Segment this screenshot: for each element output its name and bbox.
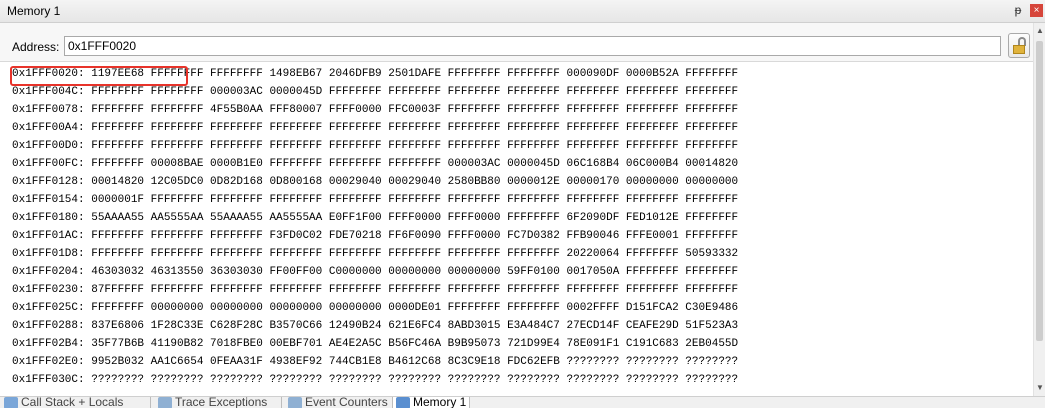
event-counters-icon — [288, 397, 302, 408]
call-stack-icon — [4, 397, 18, 408]
memory-row[interactable]: 0x1FFF01D8: FFFFFFFF FFFFFFFF FFFFFFFF F… — [12, 245, 738, 263]
memory-row[interactable]: 0x1FFF0288: 837E6806 1F28C33E C628F28C B… — [12, 317, 738, 335]
scroll-up-icon[interactable]: ▲ — [1035, 26, 1045, 36]
memory-row[interactable]: 0x1FFF0154: 0000001F FFFFFFFF FFFFFFFF F… — [12, 191, 738, 209]
memory-row[interactable]: 0x1FFF02E0: 9952B032 AA1C6654 0FEAA31F 4… — [12, 353, 738, 371]
tab-separator — [281, 397, 282, 408]
vertical-scrollbar[interactable]: ▲ ▼ — [1033, 23, 1045, 396]
tab-label: Memory 1 — [413, 396, 467, 408]
memory-row[interactable]: 0x1FFF0230: 87FFFFFF FFFFFFFF FFFFFFFF F… — [12, 281, 738, 299]
close-icon[interactable]: × — [1030, 4, 1043, 17]
tab-separator — [150, 397, 151, 408]
pin-icon[interactable]: ᵽ — [1011, 3, 1025, 17]
tab-event-counters[interactable]: Event Counters — [288, 396, 388, 408]
memory-row[interactable]: 0x1FFF0128: 00014820 12C05DC0 0D82D168 0… — [12, 173, 738, 191]
tab-strip: Call Stack + Locals Trace Exceptions Eve… — [0, 396, 1045, 408]
memory-icon — [396, 397, 410, 408]
memory-dump[interactable]: 0x1FFF0020: 1197EE68 FFFFFFFF FFFFFFFF 1… — [0, 65, 1033, 396]
memory-row[interactable]: 0x1FFF0204: 46303032 46313550 36303030 F… — [12, 263, 738, 281]
tab-label: Event Counters — [305, 396, 388, 408]
tab-label: Trace Exceptions — [175, 396, 268, 408]
memory-row[interactable]: 0x1FFF02B4: 35F77B6B 41190B82 7018FBE0 0… — [12, 335, 738, 353]
memory-row[interactable]: 0x1FFF00A4: FFFFFFFF FFFFFFFF FFFFFFFF F… — [12, 119, 738, 137]
address-label: Address: — [12, 40, 60, 54]
memory-row[interactable]: 0x1FFF01AC: FFFFFFFF FFFFFFFF FFFFFFFF F… — [12, 227, 738, 245]
tab-trace-exceptions[interactable]: Trace Exceptions — [158, 396, 268, 408]
memory-row[interactable]: 0x1FFF025C: FFFFFFFF 00000000 00000000 0… — [12, 299, 738, 317]
memory-row[interactable]: 0x1FFF00FC: FFFFFFFF 00008BAE 0000B1E0 F… — [12, 155, 738, 173]
address-input[interactable] — [64, 36, 1001, 56]
memory-row[interactable]: 0x1FFF030C: ???????? ???????? ???????? ?… — [12, 371, 738, 389]
tab-memory-1[interactable]: Memory 1 — [392, 396, 471, 408]
tab-call-stack[interactable]: Call Stack + Locals — [4, 396, 124, 408]
memory-row[interactable]: 0x1FFF004C: FFFFFFFF FFFFFFFF 000003AC 0… — [12, 83, 738, 101]
tab-label: Call Stack + Locals — [21, 396, 124, 408]
memory-row[interactable]: 0x1FFF0020: 1197EE68 FFFFFFFF FFFFFFFF 1… — [12, 65, 738, 83]
window-title: Memory 1 — [7, 4, 61, 18]
scroll-down-icon[interactable]: ▼ — [1035, 383, 1045, 393]
address-bar: Address: — [0, 23, 1033, 62]
window-titlebar: Memory 1 ᵽ × — [0, 0, 1045, 23]
memory-panel: Address: 0x1FFF0020: 1197EE68 FFFFFFFF F… — [0, 23, 1033, 396]
memory-row[interactable]: 0x1FFF00D0: FFFFFFFF FFFFFFFF FFFFFFFF F… — [12, 137, 738, 155]
memory-row[interactable]: 0x1FFF0180: 55AAAA55 AA5555AA 55AAAA55 A… — [12, 209, 738, 227]
trace-exceptions-icon — [158, 397, 172, 408]
lock-address-button[interactable] — [1008, 33, 1030, 58]
lock-icon — [1013, 45, 1025, 54]
memory-row[interactable]: 0x1FFF0078: FFFFFFFF FFFFFFFF 4F55B0AA F… — [12, 101, 738, 119]
scrollbar-thumb[interactable] — [1036, 41, 1043, 341]
